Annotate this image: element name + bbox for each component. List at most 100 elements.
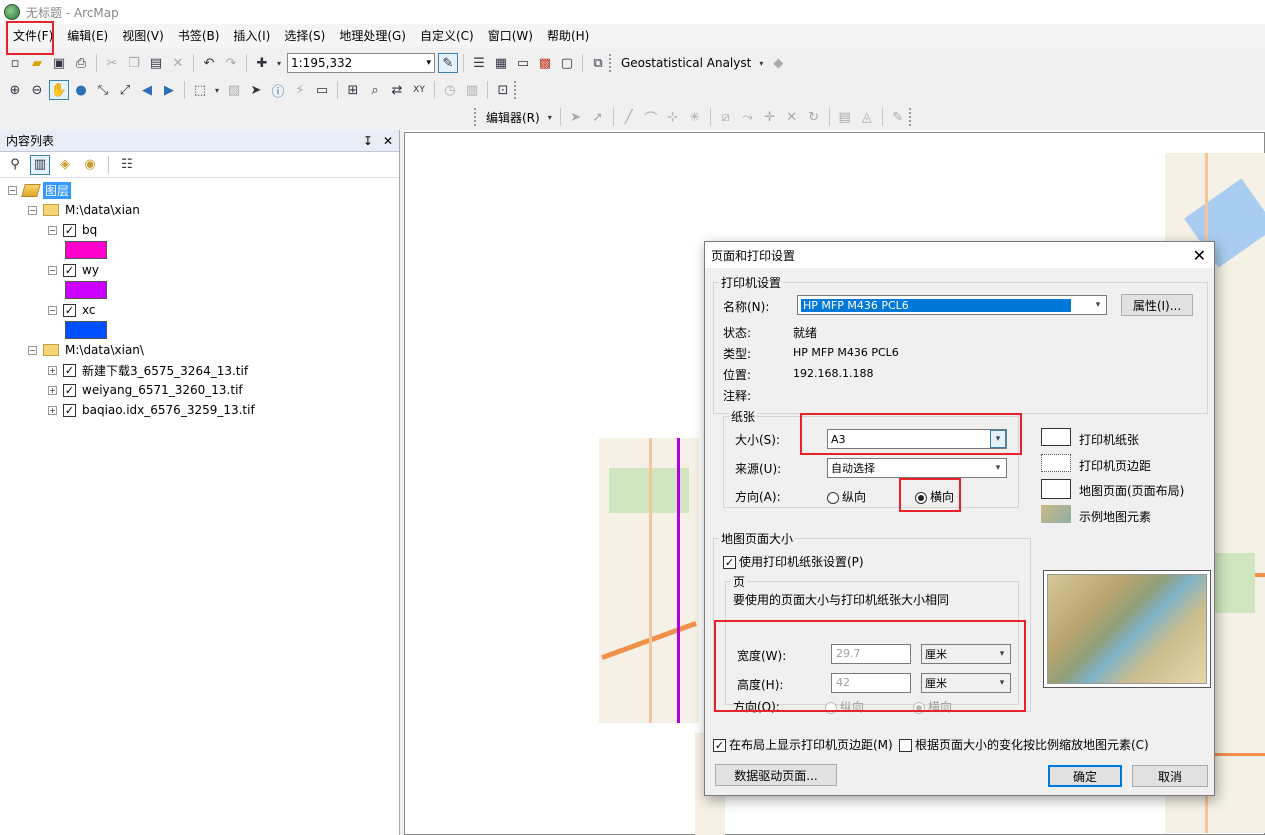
- layer-visibility-checkbox[interactable]: ✓: [63, 383, 76, 397]
- back-icon[interactable]: ◀: [137, 80, 157, 100]
- tree-root[interactable]: − 图层: [8, 181, 72, 199]
- chevron-down-icon[interactable]: ▾: [545, 107, 555, 127]
- collapse-icon[interactable]: −: [48, 225, 57, 235]
- list-by-visibility-icon[interactable]: ◈: [55, 155, 75, 175]
- cut-polygons-icon[interactable]: ✛: [760, 107, 780, 127]
- menu-edit[interactable]: 编辑(E): [60, 25, 115, 47]
- show-printer-margins-checkbox[interactable]: ✓ 在布局上显示打印机页边距(M): [713, 736, 893, 753]
- checkbox[interactable]: ✓: [723, 556, 736, 569]
- search-window-icon[interactable]: ▭: [513, 53, 533, 73]
- scale-elements-checkbox[interactable]: 根据页面大小的变化按比例缩放地图元素(C): [899, 736, 1149, 753]
- menu-help[interactable]: 帮助(H): [540, 25, 596, 47]
- list-by-drawing-order-icon[interactable]: ⚲: [5, 155, 25, 175]
- layer-bq[interactable]: − ✓ bq: [48, 221, 97, 239]
- collapse-icon[interactable]: −: [28, 205, 37, 215]
- add-data-dropdown-icon[interactable]: ▾: [274, 53, 284, 73]
- layer-visibility-checkbox[interactable]: ✓: [63, 263, 76, 277]
- menu-selection[interactable]: 选择(S): [277, 25, 332, 47]
- python-window-icon[interactable]: ▢: [557, 53, 577, 73]
- radio-button[interactable]: [827, 491, 839, 504]
- layer-visibility-checkbox[interactable]: ✓: [63, 223, 76, 237]
- zoom-out-icon[interactable]: ⊖: [27, 80, 47, 100]
- use-printer-paper-checkbox[interactable]: ✓ 使用打印机纸张设置(P): [723, 553, 864, 570]
- create-viewer-icon[interactable]: ⊡: [493, 80, 513, 100]
- geostat-wizard-icon[interactable]: ◆: [768, 53, 788, 73]
- select-elements-icon[interactable]: ➤: [246, 80, 266, 100]
- pan-icon[interactable]: ✋: [49, 80, 69, 100]
- add-data-icon[interactable]: ✚: [252, 53, 272, 73]
- data-driven-pages-button[interactable]: 数据驱动页面...: [715, 764, 837, 786]
- menu-geoprocessing[interactable]: 地理处理(G): [332, 25, 413, 47]
- fixed-zoom-in-icon[interactable]: ⤡: [93, 80, 113, 100]
- raster-layer[interactable]: + ✓ weiyang_6571_3260_13.tif: [48, 381, 243, 399]
- table-of-contents-icon[interactable]: ☰: [469, 53, 489, 73]
- endpoint-arc-icon[interactable]: ⌒: [641, 107, 661, 127]
- find-icon[interactable]: ⌕: [365, 80, 385, 100]
- checkbox[interactable]: [899, 739, 912, 752]
- layer-symbol-swatch[interactable]: [65, 241, 107, 259]
- map-scale-combo[interactable]: 1:195,332 ▾: [287, 53, 435, 73]
- portrait-radio[interactable]: 纵向: [827, 488, 866, 505]
- full-extent-icon[interactable]: ●: [71, 80, 91, 100]
- forward-icon[interactable]: ▶: [159, 80, 179, 100]
- geostatistical-analyst-menu[interactable]: Geostatistical Analyst: [617, 56, 755, 70]
- split-icon[interactable]: ✕: [782, 107, 802, 127]
- modelbuilder-icon[interactable]: ⧉: [588, 53, 608, 73]
- checkbox[interactable]: ✓: [713, 739, 726, 752]
- find-route-icon[interactable]: ⇄: [387, 80, 407, 100]
- options-icon[interactable]: ☷: [117, 155, 137, 175]
- toolbar-grip[interactable]: [908, 108, 913, 126]
- layer-symbol-swatch[interactable]: [65, 281, 107, 299]
- reshape-icon[interactable]: ⤳: [738, 107, 758, 127]
- printer-properties-button[interactable]: 属性(I)...: [1121, 294, 1193, 316]
- straight-segment-icon[interactable]: ╱: [619, 107, 639, 127]
- paste-icon[interactable]: ▤: [146, 53, 166, 73]
- cut-icon[interactable]: ✂: [102, 53, 122, 73]
- fixed-zoom-out-icon[interactable]: ⤢: [115, 80, 135, 100]
- copy-icon[interactable]: ❐: [124, 53, 144, 73]
- edit-annotation-icon[interactable]: ➚: [588, 107, 608, 127]
- list-by-selection-icon[interactable]: ◉: [80, 155, 100, 175]
- chevron-down-icon[interactable]: ▾: [756, 53, 766, 73]
- go-to-xy-icon[interactable]: XY: [409, 80, 429, 100]
- collapse-icon[interactable]: −: [48, 305, 57, 315]
- ok-button[interactable]: 确定: [1048, 765, 1122, 787]
- menu-insert[interactable]: 插入(I): [226, 25, 277, 47]
- html-popup-icon[interactable]: ▭: [312, 80, 332, 100]
- menu-windows[interactable]: 窗口(W): [481, 25, 540, 47]
- undo-icon[interactable]: ↶: [199, 53, 219, 73]
- trace-icon[interactable]: ⊹: [663, 107, 683, 127]
- menu-customize[interactable]: 自定义(C): [413, 25, 481, 47]
- catalog-icon[interactable]: ▦: [491, 53, 511, 73]
- new-document-icon[interactable]: ▫: [5, 53, 25, 73]
- list-by-source-icon[interactable]: ▥: [30, 154, 50, 175]
- collapse-icon[interactable]: −: [28, 345, 37, 355]
- tree-folder-xian2[interactable]: − M:\data\xian\: [28, 341, 144, 359]
- edit-tool-icon[interactable]: ➤: [566, 107, 586, 127]
- attributes-icon[interactable]: ▤: [835, 107, 855, 127]
- zoom-in-icon[interactable]: ⊕: [5, 80, 25, 100]
- clear-selection-icon[interactable]: ▧: [224, 80, 244, 100]
- print-icon[interactable]: ⎙: [71, 53, 91, 73]
- paper-source-combo[interactable]: 自动选择 ▾: [827, 458, 1007, 478]
- editor-menu[interactable]: 编辑器(R): [482, 109, 544, 126]
- expand-icon[interactable]: +: [48, 385, 57, 395]
- select-features-icon[interactable]: ⬚: [190, 80, 210, 100]
- tree-folder-xian[interactable]: − M:\data\xian: [28, 201, 140, 219]
- collapse-icon[interactable]: −: [8, 185, 17, 195]
- toolbar-grip[interactable]: [514, 81, 518, 99]
- identify-icon[interactable]: ⓘ: [268, 80, 288, 100]
- close-icon[interactable]: ✕: [383, 134, 393, 148]
- expand-icon[interactable]: +: [48, 365, 57, 375]
- editor-toolbar-icon[interactable]: ✎: [438, 53, 458, 73]
- layer-visibility-checkbox[interactable]: ✓: [63, 363, 76, 377]
- toolbar-grip[interactable]: [609, 54, 613, 72]
- point-icon[interactable]: ✳: [685, 107, 705, 127]
- raster-layer[interactable]: + ✓ 新建下载3_6575_3264_13.tif: [48, 361, 248, 379]
- delete-icon[interactable]: ✕: [168, 53, 188, 73]
- time-slider-icon[interactable]: ◷: [440, 80, 460, 100]
- swipe-icon[interactable]: ▥: [462, 80, 482, 100]
- toolbar-grip[interactable]: [474, 108, 478, 126]
- raster-layer[interactable]: + ✓ baqiao.idx_6576_3259_13.tif: [48, 401, 255, 419]
- save-icon[interactable]: ▣: [49, 53, 69, 73]
